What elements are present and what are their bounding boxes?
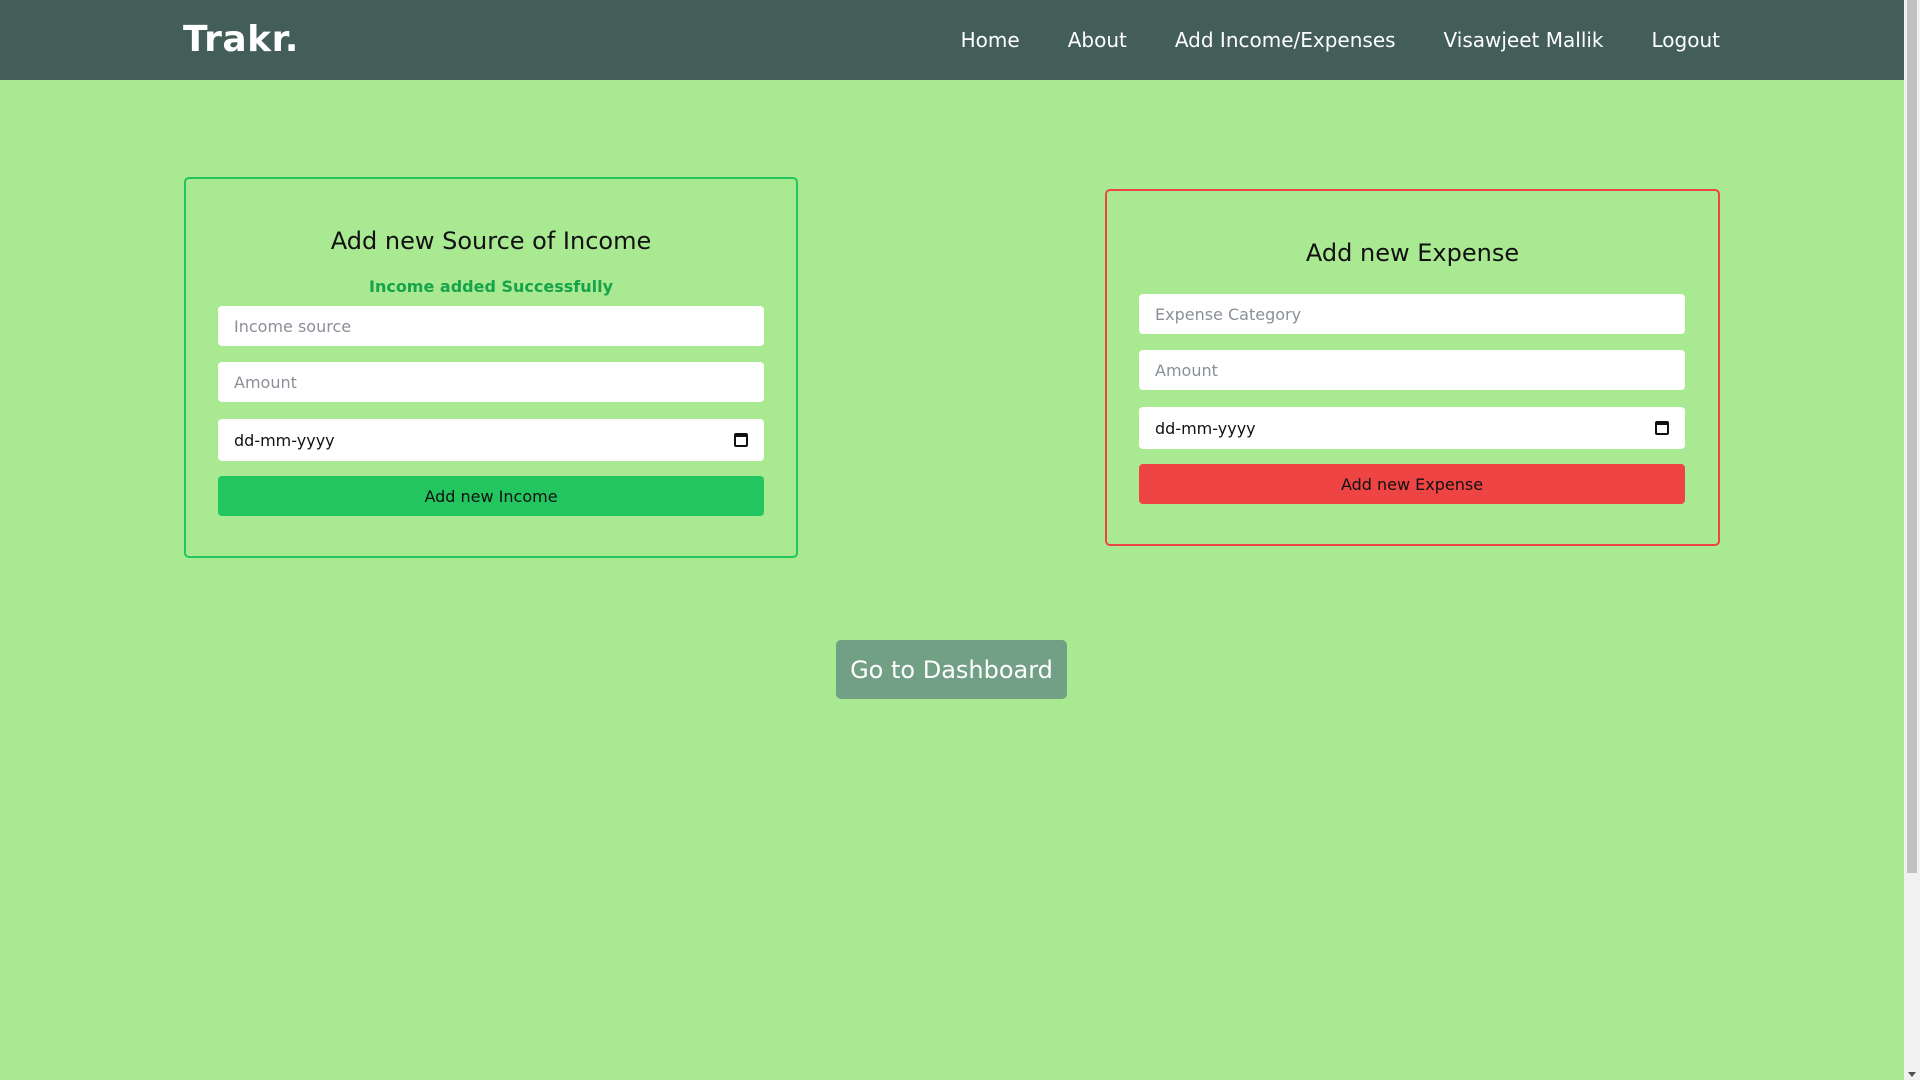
income-amount-input[interactable] <box>218 362 764 402</box>
expense-card-title: Add new Expense <box>1305 239 1520 267</box>
scroll-down-arrow-icon[interactable] <box>1908 1072 1916 1077</box>
income-source-input[interactable] <box>218 306 764 346</box>
navbar: Trakr. Home About Add Income/Expenses Vi… <box>0 0 1904 80</box>
income-date-input[interactable]: dd-mm-yyyy <box>218 419 764 461</box>
vertical-scrollbar[interactable] <box>1904 0 1920 1080</box>
nav-link-user-profile[interactable]: Visawjeet Mallik <box>1444 28 1604 52</box>
nav-link-about[interactable]: About <box>1068 28 1127 52</box>
brand-logo[interactable]: Trakr. <box>183 18 299 62</box>
add-expense-button[interactable]: Add new Expense <box>1139 464 1685 504</box>
nav-link-logout[interactable]: Logout <box>1652 28 1720 52</box>
expense-date-input[interactable]: dd-mm-yyyy <box>1139 407 1685 449</box>
calendar-icon[interactable] <box>1655 421 1669 435</box>
expense-date-placeholder: dd-mm-yyyy <box>1155 418 1256 438</box>
expense-form-card: Add new Expense dd-mm-yyyy Add new Expen… <box>1105 189 1720 546</box>
nav-link-home[interactable]: Home <box>961 28 1020 52</box>
nav-link-add-income-expenses[interactable]: Add Income/Expenses <box>1175 28 1396 52</box>
income-form-card: Add new Source of Income Income added Su… <box>184 177 798 558</box>
scrollbar-thumb[interactable] <box>1907 0 1917 873</box>
add-income-button[interactable]: Add new Income <box>218 476 764 516</box>
expense-amount-input[interactable] <box>1139 350 1685 390</box>
nav-links: Home About Add Income/Expenses Visawjeet… <box>961 0 1720 80</box>
expense-category-input[interactable] <box>1139 294 1685 334</box>
go-to-dashboard-button[interactable]: Go to Dashboard <box>836 640 1067 699</box>
income-date-placeholder: dd-mm-yyyy <box>234 430 335 450</box>
income-card-title: Add new Source of Income <box>330 227 652 255</box>
income-success-message: Income added Successfully <box>368 277 614 296</box>
calendar-icon[interactable] <box>734 433 748 447</box>
